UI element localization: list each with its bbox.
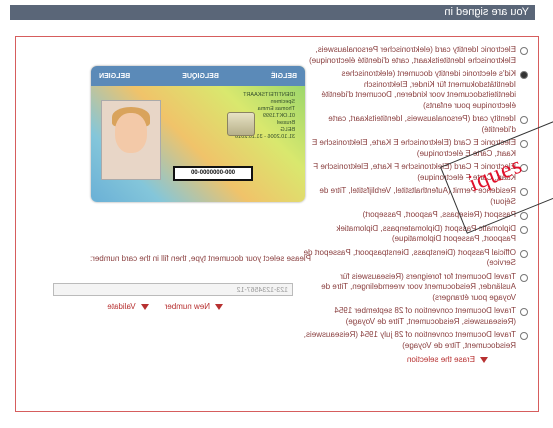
stamp-text: iques bbox=[465, 152, 527, 198]
face-shape bbox=[115, 113, 147, 153]
radio-icon[interactable] bbox=[520, 47, 528, 55]
radio-icon[interactable] bbox=[520, 71, 528, 79]
radio-icon[interactable] bbox=[520, 225, 528, 234]
header-title: You are signed in bbox=[444, 6, 529, 18]
option-identity-card[interactable]: Identity card (Personalausweis, Identite… bbox=[302, 114, 528, 135]
option-travel-doc-foreigners[interactable]: Travel Document for foreigners (Reiseaus… bbox=[302, 272, 528, 304]
option-diplomatic-passport[interactable]: Diplomatic Passport (Diplomatenpass, Dip… bbox=[302, 224, 528, 245]
option-travel-doc-sept-1954[interactable]: Travel Document convention of 28 septemb… bbox=[302, 306, 528, 327]
radio-icon[interactable] bbox=[520, 332, 528, 340]
card-country-mid: BELGIQUE bbox=[182, 72, 219, 80]
chip-icon bbox=[227, 112, 255, 136]
action-bar: New number Validate bbox=[107, 302, 223, 311]
triangle-down-icon bbox=[140, 303, 149, 310]
triangle-down-icon bbox=[480, 357, 488, 364]
card-surname: Specimen bbox=[270, 99, 295, 105]
validate-button[interactable]: Validate bbox=[107, 302, 149, 311]
new-number-label: New number bbox=[164, 302, 210, 311]
portrait-photo bbox=[101, 100, 161, 180]
radio-icon[interactable] bbox=[520, 249, 528, 258]
erase-selection-link[interactable]: Erase the selection bbox=[302, 355, 488, 366]
radio-icon[interactable] bbox=[520, 273, 528, 282]
card-header: BELGIË BELGIQUE BELGIEN bbox=[91, 66, 305, 86]
option-travel-doc-july-1954[interactable]: Travel Document convention of 28 july 19… bbox=[302, 330, 528, 351]
instruction-text: Please select your document type, then f… bbox=[89, 254, 311, 263]
option-official-passport[interactable]: Official Passport (Dienstpass, Dienstpas… bbox=[302, 248, 528, 269]
new-number-button[interactable]: New number bbox=[165, 302, 223, 311]
card-country-right: BELGIEN bbox=[99, 72, 131, 80]
card-doc-title: IDENTITEITSKAART bbox=[243, 92, 295, 98]
option-electronic-id[interactable]: Electronic Identity card (elektronischer… bbox=[302, 45, 528, 66]
card-country-left: BELGIË bbox=[270, 72, 297, 80]
radio-icon[interactable] bbox=[520, 116, 528, 124]
card-number-input[interactable]: 123-1234567-12 bbox=[53, 283, 293, 296]
id-card-image: BELGIË BELGIQUE BELGIEN IDENTITEITSKAART… bbox=[91, 66, 305, 202]
validate-label: Validate bbox=[107, 302, 136, 311]
signed-in-header: You are signed in bbox=[10, 5, 535, 20]
option-kids-eid[interactable]: Kid's electronic identity document (elek… bbox=[302, 69, 528, 111]
radio-icon[interactable] bbox=[520, 308, 528, 316]
triangle-down-icon bbox=[215, 303, 223, 310]
erase-label: Erase the selection bbox=[406, 355, 475, 364]
radio-icon[interactable] bbox=[520, 212, 528, 220]
card-number-highlight: 000-0000000-00 bbox=[173, 166, 253, 181]
